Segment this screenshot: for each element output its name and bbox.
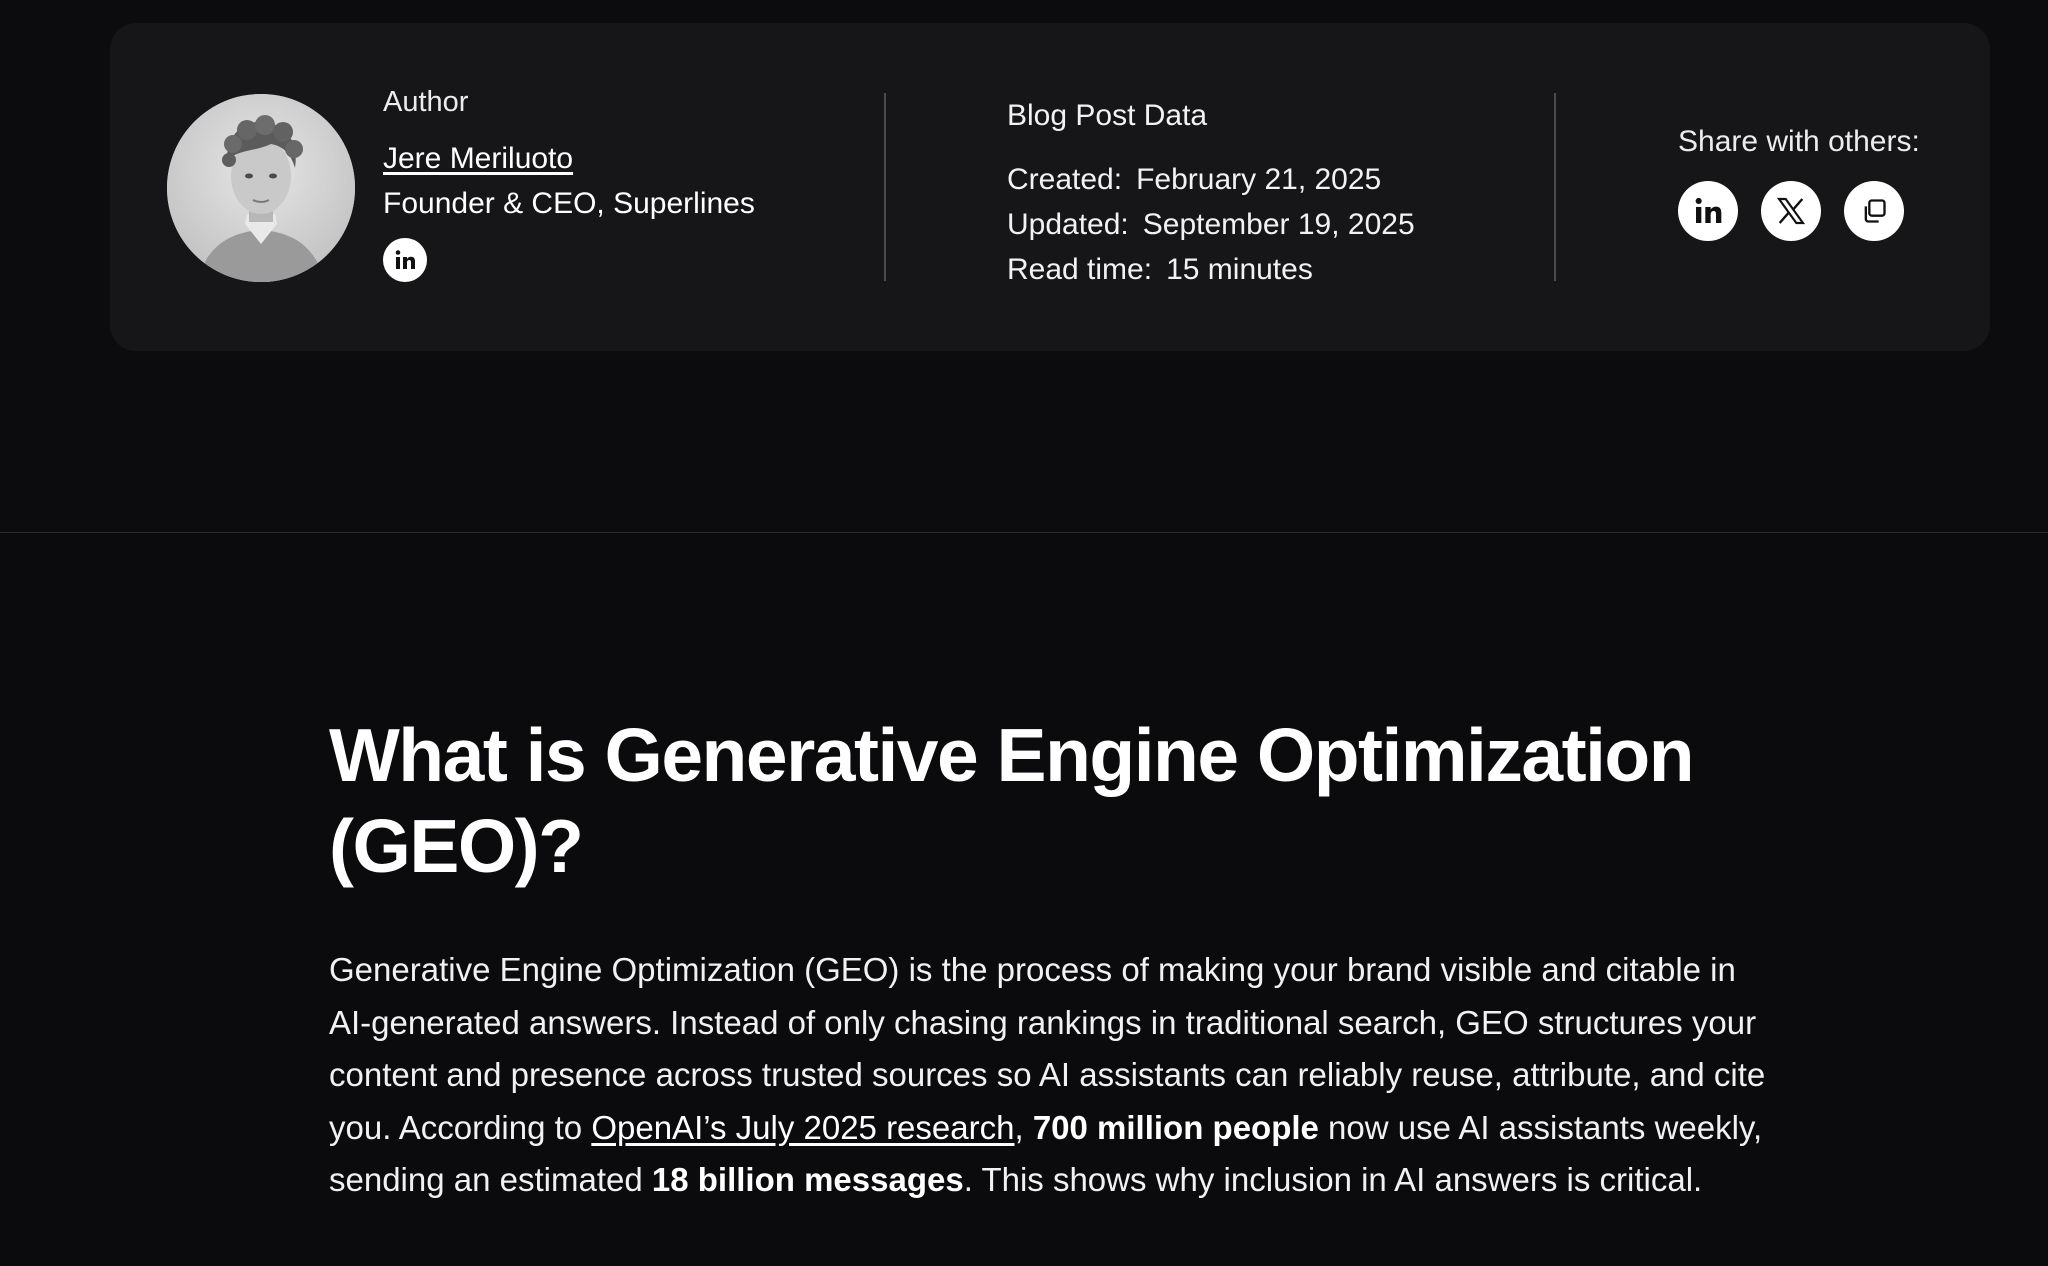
author-card: Author Jere Meriluoto Founder & CEO, Sup…	[110, 23, 1990, 351]
read-time-value: 15 minutes	[1166, 253, 1313, 286]
updated-row: Updated: September 19, 2025	[1007, 202, 1415, 247]
stat-700-million: 700 million people	[1032, 1108, 1319, 1146]
updated-label: Updated:	[1007, 208, 1129, 241]
linkedin-icon	[1695, 197, 1722, 223]
created-value: February 21, 2025	[1136, 163, 1382, 196]
post-meta: Blog Post Data Created: February 21, 2025…	[1007, 93, 1415, 292]
author-linkedin-button[interactable]	[383, 238, 427, 282]
share-linkedin-button[interactable]	[1678, 181, 1738, 241]
created-label: Created:	[1007, 163, 1123, 196]
share-icons	[1678, 181, 1920, 241]
share-x-button[interactable]	[1761, 181, 1821, 241]
updated-value: September 19, 2025	[1142, 208, 1415, 241]
author-avatar	[167, 94, 355, 282]
author-role: Founder & CEO, Superlines	[383, 187, 755, 220]
share-label: Share with others:	[1678, 125, 1920, 158]
copy-link-button[interactable]	[1844, 181, 1904, 241]
author-label: Author	[383, 86, 469, 118]
read-time-label: Read time:	[1007, 253, 1153, 286]
author-info: Author Jere Meriluoto Founder & CEO, Sup…	[383, 83, 755, 282]
linkedin-icon	[395, 250, 415, 269]
divider-left	[884, 93, 886, 281]
created-row: Created: February 21, 2025	[1007, 157, 1415, 202]
article-title: What is Generative Engine Optimization (…	[329, 713, 1695, 888]
x-icon	[1776, 197, 1806, 225]
article: What is Generative Engine Optimization (…	[329, 710, 1769, 1207]
intro-text-4: . This shows why inclusion in AI answers…	[963, 1161, 1703, 1198]
author-name-link[interactable]: Jere Meriluoto	[383, 139, 755, 179]
copy-icon	[1864, 199, 1886, 223]
openai-research-link[interactable]: OpenAI’s July 2025 research	[591, 1109, 1014, 1146]
divider-right	[1554, 93, 1556, 281]
stat-18-billion: 18 billion messages	[651, 1161, 964, 1198]
intro-text-2: ,	[1014, 1108, 1033, 1146]
share-section: Share with others:	[1678, 123, 1920, 241]
read-time-row: Read time: 15 minutes	[1007, 247, 1415, 292]
article-intro-paragraph: Generative Engine Optimization (GEO) is …	[329, 944, 1769, 1207]
meta-label: Blog Post Data	[1007, 99, 1208, 132]
